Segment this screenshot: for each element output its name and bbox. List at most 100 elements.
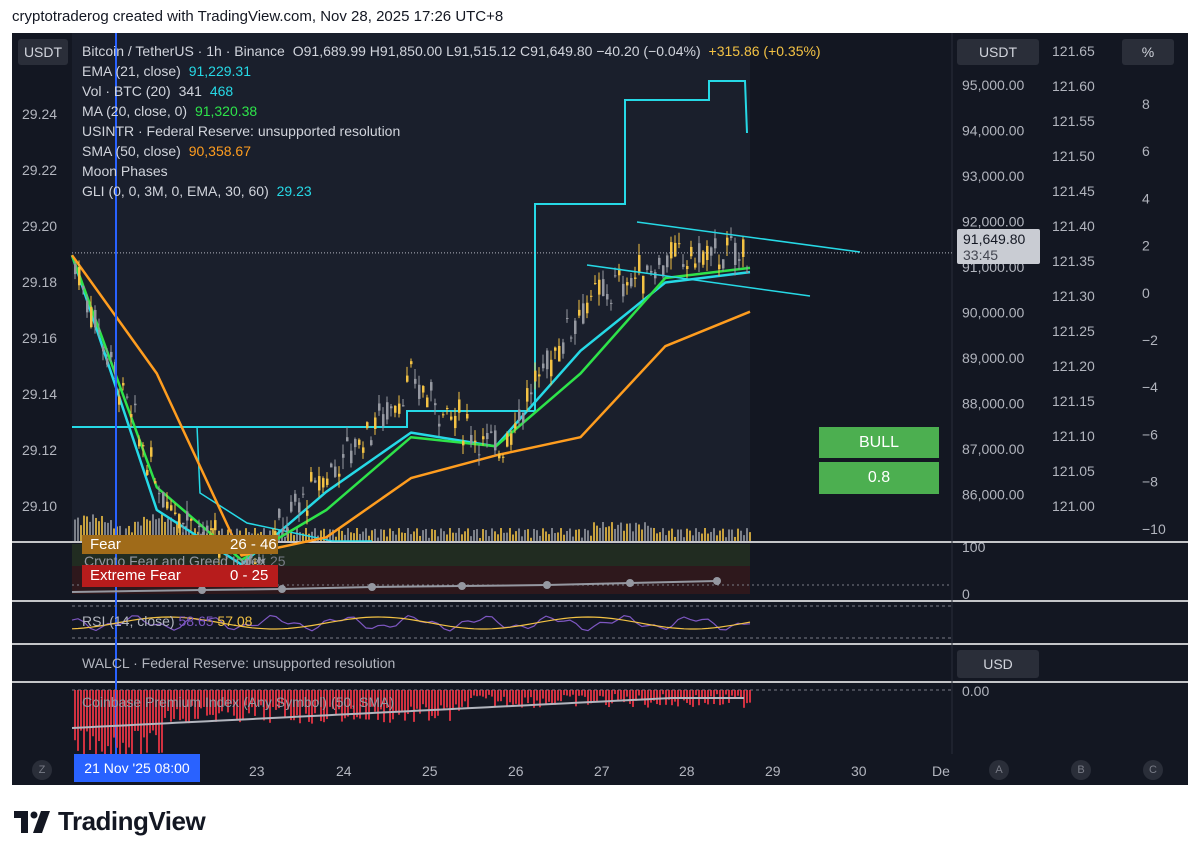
axis-a-button[interactable]: A	[989, 760, 1009, 780]
premium-bar	[434, 690, 436, 719]
volume-bar	[683, 537, 685, 541]
volume-bar	[416, 528, 418, 541]
premium-bar	[416, 690, 418, 709]
volume-bar	[590, 535, 592, 541]
volume-bar	[641, 529, 643, 541]
volume-bar	[737, 528, 739, 541]
volume-bar	[422, 530, 424, 541]
ema-legend-row[interactable]: EMA (21, close) 91,229.31	[82, 61, 825, 81]
candle-body	[510, 433, 513, 445]
candle-body	[330, 463, 333, 468]
candle-body	[314, 480, 317, 483]
candle-body	[614, 275, 617, 277]
ma-label: MA (20, close, 0)	[82, 103, 188, 119]
volume-bar	[638, 524, 640, 541]
volume-bar	[617, 524, 619, 541]
candle-body	[454, 415, 457, 429]
candle-body	[370, 440, 373, 446]
percent-button[interactable]: %	[1122, 39, 1174, 65]
left-unit-button[interactable]: USDT	[18, 39, 68, 65]
volume-bar	[668, 530, 670, 541]
candle-body	[658, 257, 661, 265]
candle-body	[322, 478, 325, 488]
volume-bar	[374, 528, 376, 541]
candle-body	[326, 478, 329, 485]
time-label-24: 24	[336, 763, 352, 779]
premium-bar	[659, 690, 661, 706]
percent-tick-label: −10	[1142, 521, 1166, 537]
candle-body	[590, 295, 593, 297]
sma-legend-row[interactable]: SMA (50, close) 90,358.67	[82, 141, 825, 161]
candle-body	[550, 359, 553, 377]
candle-body	[554, 347, 557, 351]
fg-axis-bottom: 0	[962, 586, 970, 602]
volume-bar	[692, 535, 694, 541]
premium-bar	[506, 690, 508, 708]
premium-bar	[593, 690, 595, 701]
premium-bar	[494, 690, 496, 706]
vol-legend-row[interactable]: Vol · BTC (20) 341 468	[82, 81, 825, 101]
volume-bar	[614, 528, 616, 541]
premium-bar	[581, 690, 583, 696]
volume-bar	[293, 535, 295, 541]
right-unit-button[interactable]: USDT	[957, 39, 1039, 65]
volume-bar	[527, 529, 529, 541]
candle-body	[138, 439, 141, 447]
current-price: 91,649.80	[963, 231, 1026, 247]
wal-unit-button[interactable]: USD	[957, 650, 1039, 678]
premium-bar	[728, 690, 730, 703]
candle-body	[622, 283, 625, 297]
candle-body	[446, 408, 449, 410]
chart-panel[interactable]: 95,000.00 94,000.00 93,000.00 92,000.00 91,0…	[12, 33, 1188, 785]
candle-body	[102, 346, 105, 352]
premium-bar	[554, 690, 556, 705]
candle-body	[674, 242, 677, 257]
extreme-fear-range: 0 - 25	[230, 567, 269, 584]
candle-body	[402, 405, 405, 407]
volume-bar	[551, 528, 553, 541]
time-axis-z-button[interactable]: Z	[32, 760, 52, 780]
volume-bar	[719, 530, 721, 541]
volume-bar	[560, 528, 562, 541]
gli-legend-row[interactable]: GLI (0, 0, 3M, 0, EMA, 30, 60) 29.23	[82, 181, 825, 201]
moon-legend-row[interactable]: Moon Phases	[82, 161, 825, 181]
volume-bar	[479, 537, 481, 541]
fear-zone-range: 26 - 46	[230, 536, 277, 553]
candle-body	[718, 264, 721, 270]
premium-bar	[446, 690, 448, 708]
volume-bar	[716, 535, 718, 541]
premium-bar	[425, 690, 427, 708]
candle-body	[206, 525, 209, 531]
axis-c-button[interactable]: C	[1143, 760, 1163, 780]
candle-body	[214, 520, 217, 531]
premium-bar	[569, 690, 571, 697]
premium-bar	[437, 690, 439, 716]
ema-value: 91,229.31	[188, 63, 252, 79]
ma-value: 91,320.38	[194, 103, 258, 119]
usintr-legend-row[interactable]: USINTR · Federal Reserve: unsupported re…	[82, 121, 825, 141]
fear-greed-point	[713, 577, 721, 585]
gli-tick-label: 29.22	[22, 162, 57, 178]
volume-bar	[731, 529, 733, 541]
price-tick-label: 89,000.00	[962, 350, 1024, 366]
axis-b-button[interactable]: B	[1071, 760, 1091, 780]
volume-bar	[386, 536, 388, 541]
vol-value-1: 341	[178, 83, 202, 99]
volume-bar	[362, 531, 364, 541]
rsi-legend[interactable]: RSI (14, close) 58.65 57.08	[82, 613, 252, 629]
candle-body	[642, 275, 645, 294]
walcl-legend[interactable]: WALCL · Federal Reserve: unsupported res…	[82, 655, 395, 671]
main-legend-row[interactable]: Bitcoin / TetherUS · 1h · Binance O91,68…	[82, 41, 825, 61]
usintr-tick-label: 121.05	[1052, 463, 1095, 479]
candle-body	[606, 293, 609, 300]
premium-legend[interactable]: Coinbase Premium Index (Any Symbol) (50,…	[82, 694, 394, 710]
candle-body	[190, 518, 193, 521]
premium-bar	[662, 690, 664, 695]
volume-bar	[587, 530, 589, 541]
volume-bar	[689, 530, 691, 541]
premium-bar	[734, 690, 736, 698]
candle-body	[170, 505, 173, 511]
ma-legend-row[interactable]: MA (20, close, 0) 91,320.38	[82, 101, 825, 121]
volume-bar	[296, 528, 298, 541]
time-label-27: 27	[594, 763, 610, 779]
